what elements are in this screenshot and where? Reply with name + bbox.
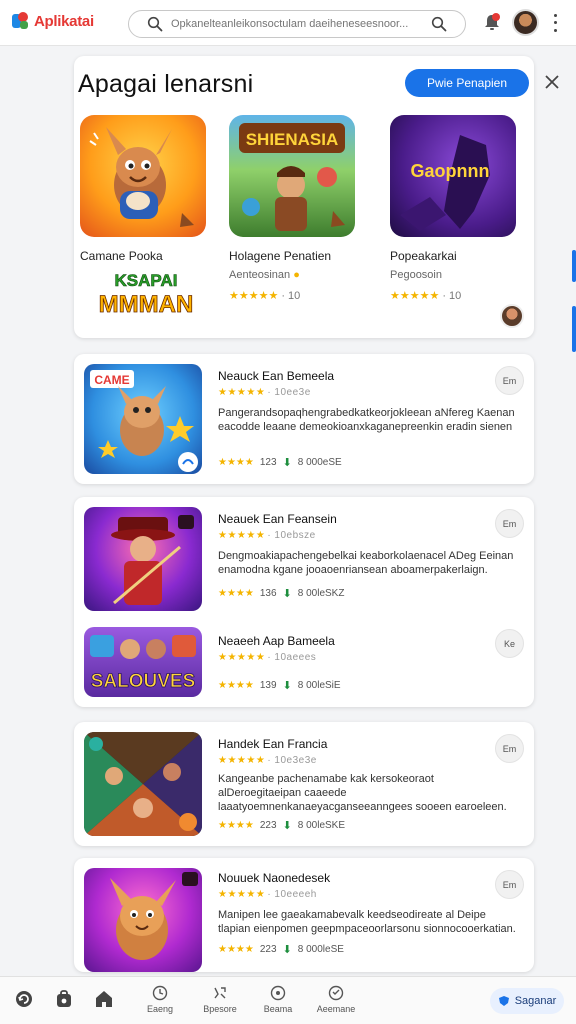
app-list-card: CAME Neauck Ean Bemeela ★★★★★ · 10ee3e Pa… — [74, 354, 534, 484]
featured-game-name: Popeakarkai — [390, 249, 457, 263]
app-description: Dengmoakiapachengebelkai keaborkolaenace… — [218, 550, 514, 576]
app-rating: ★★★★★ · 10ee3e — [218, 387, 311, 398]
clock-icon — [152, 985, 168, 1001]
sign-in-chip[interactable]: Saganar — [490, 988, 564, 1014]
download-icon: ⬇ — [282, 588, 292, 600]
nav-item-label: Aeemane — [316, 1004, 356, 1014]
search-input[interactable] — [171, 15, 421, 33]
thumbnail-badge-text: CAME — [94, 373, 129, 387]
nav-item-label: Beama — [263, 1004, 293, 1014]
notification-bell-icon[interactable] — [483, 12, 501, 32]
app-meta: ★★★★ 139 ⬇ 8 00leSiE — [218, 680, 341, 692]
compass-icon — [270, 985, 286, 1001]
shield-icon — [498, 996, 509, 1006]
app-name: Neaeeh Aap Bameela — [218, 634, 335, 648]
app-description: Manipen lee gaeakamabevalk keedseodireat… — [218, 909, 516, 935]
featured-game-developer: Pegoosoin — [390, 269, 442, 281]
app-logo-icon — [12, 12, 30, 30]
featured-game-developer: Aenteosinan ● — [229, 269, 300, 281]
nav-item-games[interactable]: Eaeng — [130, 985, 190, 1014]
app-meta: ★★★★ 223 ⬇ 8 00leSKE — [218, 820, 346, 832]
featured-section: Apagai lenarsni Pwie Penapien Camane Poo… — [74, 56, 534, 338]
nav-item-explore[interactable]: Bpesore — [190, 985, 250, 1014]
app-list-card: Handek Ean Francia ★★★★★ · 10e3e3e Kangea… — [74, 722, 534, 846]
svg-text:KSAPAI: KSAPAI — [115, 271, 178, 290]
nav-item-label: Bpesore — [203, 1004, 237, 1014]
app-logo[interactable]: Aplikatai — [12, 12, 94, 30]
download-icon: ⬇ — [282, 944, 292, 956]
app-thumbnail — [84, 507, 202, 611]
more-options-button[interactable]: Em — [495, 509, 524, 538]
app-rating: ★★★★★ · 10e3e3e — [218, 755, 317, 766]
apps-icon — [214, 987, 226, 999]
app-meta: ★★★★ 223 ⬇ 8 000leSE — [218, 944, 344, 956]
app-thumbnail — [84, 732, 202, 836]
store-icon[interactable] — [54, 989, 74, 1009]
refresh-icon[interactable] — [14, 989, 34, 1009]
app-thumbnail — [84, 868, 202, 972]
search-icon — [147, 16, 163, 32]
more-options-button[interactable]: Em — [495, 870, 524, 899]
app-description: Kangeanbe pachenamabe kak kersokeoraot a… — [218, 773, 507, 813]
featured-game-rating: ★★★★★ · 10 — [390, 290, 462, 302]
more-options-button[interactable]: Em — [495, 366, 524, 395]
nav-item-account[interactable]: Aeemane — [306, 985, 366, 1014]
download-icon: ⬇ — [282, 680, 292, 692]
app-rating: ★★★★★ · 10aeees — [218, 652, 317, 663]
bottom-navigation: Eaeng Bpesore Beama Aeemane Saganar — [0, 976, 576, 1024]
app-meta: ★★★★ 136 ⬇ 8 00leSKZ — [218, 588, 345, 600]
scrollbar-thumb[interactable] — [572, 306, 576, 352]
download-icon: ⬇ — [282, 457, 292, 469]
thumbnail-title-text: Gaopnnn — [411, 161, 490, 181]
search-bar[interactable] — [128, 10, 466, 38]
featured-game-name: Camane Pooka — [80, 249, 163, 263]
download-icon: ⬇ — [282, 820, 292, 832]
game-thumbnail — [80, 115, 206, 237]
app-description: Pangerandsopaqhengrabedkatkeorjokleean a… — [218, 407, 515, 433]
featured-primary-button[interactable]: Pwie Penapien — [405, 69, 529, 97]
thumbnail-title-text: SHIENASIA — [246, 130, 339, 149]
featured-game-rating: ★★★★★ · 10 — [229, 290, 301, 302]
search-submit-icon[interactable] — [431, 16, 447, 32]
featured-user-avatar[interactable] — [500, 304, 524, 328]
game-thumbnail: Gaopnnn — [390, 115, 516, 237]
home-icon[interactable] — [94, 989, 114, 1009]
svg-text:MMMAN: MMMAN — [99, 291, 194, 318]
featured-title: Apagai lenarsni — [78, 70, 254, 98]
close-icon[interactable] — [543, 73, 561, 91]
app-name: Neauck Ean Bemeela — [218, 369, 335, 383]
game-logo-image: KSAPAI MMMAN — [88, 266, 204, 320]
nav-item-label: Eaeng — [146, 1004, 174, 1014]
game-thumbnail: SHIENASIA — [229, 115, 355, 237]
app-list-card: Neauek Ean Feansein ★★★★★ · 10ebsze Dengm… — [74, 497, 534, 707]
user-avatar[interactable] — [512, 9, 539, 36]
app-rating: ★★★★★ · 10eeeeh — [218, 889, 317, 900]
sign-in-chip-label: Saganar — [514, 995, 557, 1007]
app-rating: ★★★★★ · 10ebsze — [218, 530, 316, 541]
scrollbar-thumb[interactable] — [572, 250, 576, 282]
app-name: Nouuek Naonedesek — [218, 871, 331, 885]
app-thumbnail: CAME — [84, 364, 202, 474]
app-list-card: Nouuek Naonedesek ★★★★★ · 10eeeeh Manipen… — [74, 858, 534, 972]
more-options-button[interactable]: Ke — [495, 629, 524, 658]
top-app-bar: Aplikatai — [0, 0, 576, 46]
thumbnail-title-text: SALOUVES — [91, 671, 196, 692]
app-name: Neauek Ean Feansein — [218, 512, 337, 526]
nav-item-library[interactable]: Beama — [248, 985, 308, 1014]
account-icon — [328, 985, 344, 1001]
overflow-menu-icon[interactable] — [548, 12, 562, 34]
app-thumbnail: SALOUVES — [84, 627, 202, 697]
more-options-button[interactable]: Em — [495, 734, 524, 763]
app-name: Handek Ean Francia — [218, 737, 328, 751]
app-logo-text: Aplikatai — [34, 12, 94, 30]
featured-game-name: Holagene Penatien — [229, 249, 332, 263]
app-meta: ★★★★ 123 ⬇ 8 000eSE — [218, 457, 342, 469]
